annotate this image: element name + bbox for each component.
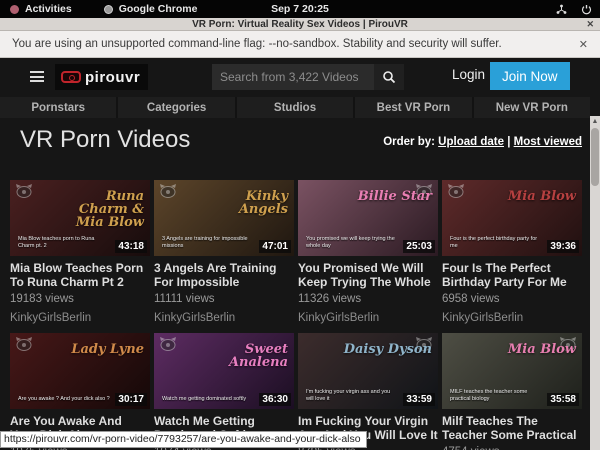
menu-icon[interactable] [30,71,44,82]
thumbnail-caption: I'm fucking your virgin ass and you will… [306,389,398,403]
main-nav: PornstarsCategoriesStudiosBest VR PornNe… [0,97,590,118]
view-count: 11326 views [298,293,438,305]
login-link[interactable]: Login [452,67,485,82]
video-title[interactable]: Four Is The Perfect Birthday Party For M… [442,261,582,289]
nav-item-new-vr-porn[interactable]: New VR Porn [474,97,590,118]
thumbnail-caption: Four is the perfect birthday party for m… [450,236,542,250]
power-icon[interactable] [581,4,592,15]
page-content: pirouvr Login Join Now PornstarsCategori… [0,58,600,450]
thumbnail-caption: Are you awake ? And your dick also ? [18,396,110,403]
window-title-bar: VR Porn: Virtual Reality Sex Videos | Pi… [0,18,600,31]
window-title: VR Porn: Virtual Reality Sex Videos | Pi… [192,19,408,30]
tab-close-icon[interactable]: ✕ [586,19,594,30]
video-thumbnail[interactable]: Mia Blow Four is the perfect birthday par… [442,180,582,256]
video-thumbnail[interactable]: Lady Lyne Are you awake ? And your dick a… [10,333,150,409]
video-thumbnail[interactable]: Runa Charm & Mia Blow Mia Blow teaches po… [10,180,150,256]
search-button[interactable] [374,64,404,90]
site-logo[interactable]: pirouvr [55,64,148,90]
video-thumbnail[interactable]: Sweet Analena Watch me getting dominated … [154,333,294,409]
video-title[interactable]: Mia Blow Teaches Porn To Runa Charm Pt 2 [10,261,150,289]
duration-badge: 43:18 [115,240,147,253]
page-title: VR Porn Videos [20,126,190,154]
studio-link[interactable]: KinkyGirlsBerlin [442,312,582,324]
studio-cat-mask-icon [15,184,33,203]
duration-badge: 39:36 [547,240,579,253]
studio-link[interactable]: KinkyGirlsBerlin [298,312,438,324]
warning-close-icon[interactable]: ✕ [579,38,588,51]
page-scrollbar[interactable]: ▲ ▼ [590,116,600,450]
order-by-label: Order by: [383,136,435,148]
network-icon[interactable] [556,4,567,15]
thumbnail-overlay-name: Kinky Angels [198,190,288,216]
join-now-button[interactable]: Join Now [490,62,570,90]
order-upload-date-link[interactable]: Upload date [438,136,504,148]
thumbnail-caption: You promised we will keep trying the who… [306,236,398,250]
studio-cat-mask-icon [159,337,177,356]
video-card[interactable]: Kinky Angels 3 Angels are training for im… [154,180,294,324]
view-count: 11111 views [154,293,294,305]
duration-badge: 35:58 [547,393,579,406]
video-card[interactable]: Runa Charm & Mia Blow Mia Blow teaches po… [10,180,150,324]
chrome-warning-bar: You are using an unsupported command-lin… [0,31,600,58]
order-most-viewed-link[interactable]: Most viewed [514,136,582,148]
nav-item-pornstars[interactable]: Pornstars [0,97,116,118]
video-thumbnail[interactable]: Billie Star You promised we will keep try… [298,180,438,256]
studio-link[interactable]: KinkyGirlsBerlin [10,312,150,324]
search-icon [382,70,396,84]
video-title[interactable]: You Promised We Will Keep Trying The Who… [298,261,438,289]
video-title[interactable]: Milf Teaches The Teacher Some Practical … [442,414,582,442]
screen: Activities Google Chrome Sep 7 20:25 VR … [0,0,600,450]
status-bar-url: https://pirouvr.com/vr-porn-video/779325… [0,431,367,448]
view-count: 4754 views [442,446,582,450]
thumbnail-caption: 3 Angels are training for impossible mis… [162,236,254,250]
duration-badge: 25:03 [403,240,435,253]
nav-item-categories[interactable]: Categories [118,97,234,118]
video-thumbnail[interactable]: Daisy Dyson I'm fucking your virgin ass a… [298,333,438,409]
thumbnail-overlay-name: Daisy Dyson [342,343,432,356]
warning-text: You are using an unsupported command-lin… [12,38,502,50]
vr-goggles-icon [61,71,81,83]
thumbnail-overlay-name: Mia Blow [486,343,576,356]
video-card[interactable]: Mia Blow MILF teaches the teacher some pr… [442,333,582,450]
nav-item-best-vr-porn[interactable]: Best VR Porn [355,97,471,118]
duration-badge: 47:01 [259,240,291,253]
system-top-bar: Activities Google Chrome Sep 7 20:25 [0,0,600,18]
studio-cat-mask-icon [447,184,465,203]
thumbnail-caption: Watch me getting dominated softly [162,396,254,403]
thumbnail-caption: MILF teaches the teacher some practical … [450,389,542,403]
video-title[interactable]: 3 Angels Are Training For Impossible Mis… [154,261,294,289]
studio-cat-mask-icon [159,184,177,203]
studio-link[interactable]: KinkyGirlsBerlin [154,312,294,324]
video-thumbnail[interactable]: Mia Blow MILF teaches the teacher some pr… [442,333,582,409]
view-count: 6958 views [442,293,582,305]
order-by-controls: Order by: Upload date | Most viewed [383,136,582,148]
thumbnail-overlay-name: Billie Star [342,190,432,203]
nav-item-studios[interactable]: Studios [237,97,353,118]
duration-badge: 30:17 [115,393,147,406]
video-card[interactable]: Billie Star You promised we will keep try… [298,180,438,324]
thumbnail-overlay-name: Mia Blow [486,190,576,203]
studio-cat-mask-icon [15,337,33,356]
search-input[interactable] [212,64,374,90]
thumbnail-caption: Mia Blow teaches porn to Runa Charm pt. … [18,236,110,250]
thumbnail-overlay-name: Lady Lyne [54,343,144,356]
video-thumbnail[interactable]: Kinky Angels 3 Angels are training for im… [154,180,294,256]
thumbnail-overlay-name: Runa Charm & Mia Blow [54,190,144,229]
view-count: 19183 views [10,293,150,305]
clock[interactable]: Sep 7 20:25 [0,3,600,15]
scroll-up-icon[interactable]: ▲ [590,116,600,127]
scrollbar-thumb[interactable] [591,128,599,186]
duration-badge: 33:59 [403,393,435,406]
duration-badge: 36:30 [259,393,291,406]
video-card[interactable]: Mia Blow Four is the perfect birthday par… [442,180,582,324]
logo-text: pirouvr [85,69,140,86]
thumbnail-overlay-name: Sweet Analena [198,343,288,369]
search-bar [212,64,404,90]
